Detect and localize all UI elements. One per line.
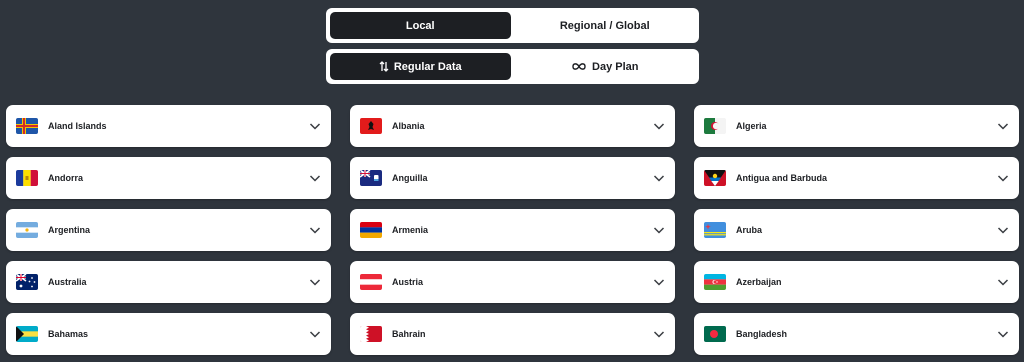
antigua-and-barbuda-flag-icon xyxy=(704,170,726,186)
azerbaijan-flag-icon xyxy=(704,274,726,290)
regular-data-tab-label: Regular Data xyxy=(393,60,462,73)
infinity-icon xyxy=(571,62,587,71)
country-name: Albania xyxy=(392,121,425,131)
local-tab[interactable]: Local xyxy=(330,12,511,39)
country-card-bahrain[interactable]: Bahrain xyxy=(350,313,675,355)
country-name: Bangladesh xyxy=(736,329,788,339)
bahamas-flag-icon xyxy=(16,326,38,342)
chevron-down-icon xyxy=(653,224,665,236)
chevron-down-icon xyxy=(997,224,1009,236)
country-card-argentina[interactable]: Argentina xyxy=(6,209,331,251)
armenia-flag-icon xyxy=(360,222,382,238)
country-card-antigua-and-barbuda[interactable]: Antigua and Barbuda xyxy=(694,157,1019,199)
chevron-down-icon xyxy=(309,328,321,340)
country-card-armenia[interactable]: Armenia xyxy=(350,209,675,251)
day-plan-tab[interactable]: Day Plan xyxy=(515,53,696,80)
australia-flag-icon xyxy=(16,274,38,290)
country-list: Aland Islands Albania Algeria Andorra An… xyxy=(6,105,1019,355)
country-card-anguilla[interactable]: Anguilla xyxy=(350,157,675,199)
country-name: Armenia xyxy=(392,225,429,235)
regular-data-tab[interactable]: Regular Data xyxy=(330,53,511,80)
aland-islands-flag-icon xyxy=(16,118,38,134)
chevron-down-icon xyxy=(997,120,1009,132)
chevron-down-icon xyxy=(653,172,665,184)
albania-flag-icon xyxy=(360,118,382,134)
country-name: Anguilla xyxy=(392,173,428,183)
chevron-down-icon xyxy=(309,224,321,236)
bahrain-flag-icon xyxy=(360,326,382,342)
country-card-bangladesh[interactable]: Bangladesh xyxy=(694,313,1019,355)
country-card-aland-islands[interactable]: Aland Islands xyxy=(6,105,331,147)
country-name: Aland Islands xyxy=(48,121,107,131)
country-name: Bahrain xyxy=(392,329,426,339)
country-card-azerbaijan[interactable]: Azerbaijan xyxy=(694,261,1019,303)
country-name: Aruba xyxy=(736,225,763,235)
country-card-andorra[interactable]: Andorra xyxy=(6,157,331,199)
country-name: Andorra xyxy=(48,173,84,183)
country-card-australia[interactable]: Australia xyxy=(6,261,331,303)
chevron-down-icon xyxy=(653,328,665,340)
sort-arrows-icon xyxy=(379,61,389,72)
bangladesh-flag-icon xyxy=(704,326,726,342)
chevron-down-icon xyxy=(653,276,665,288)
country-name: Australia xyxy=(48,277,87,287)
regional-global-tab-label: Regional / Global xyxy=(559,19,650,32)
chevron-down-icon xyxy=(653,120,665,132)
andorra-flag-icon xyxy=(16,170,38,186)
day-plan-tab-label: Day Plan xyxy=(592,60,639,73)
chevron-down-icon xyxy=(997,328,1009,340)
austria-flag-icon xyxy=(360,274,382,290)
algeria-flag-icon xyxy=(704,118,726,134)
chevron-down-icon xyxy=(997,276,1009,288)
country-name: Austria xyxy=(392,277,424,287)
country-name: Antigua and Barbuda xyxy=(736,173,828,183)
country-card-bahamas[interactable]: Bahamas xyxy=(6,313,331,355)
scope-toggle: Local Regional / Global xyxy=(326,8,699,43)
country-card-albania[interactable]: Albania xyxy=(350,105,675,147)
country-card-algeria[interactable]: Algeria xyxy=(694,105,1019,147)
country-name: Bahamas xyxy=(48,329,89,339)
aruba-flag-icon xyxy=(704,222,726,238)
plan-toggle: Regular Data Day Plan xyxy=(326,49,699,84)
country-card-aruba[interactable]: Aruba xyxy=(694,209,1019,251)
country-name: Algeria xyxy=(736,121,767,131)
chevron-down-icon xyxy=(309,172,321,184)
country-name: Argentina xyxy=(48,225,91,235)
chevron-down-icon xyxy=(309,120,321,132)
anguilla-flag-icon xyxy=(360,170,382,186)
country-card-austria[interactable]: Austria xyxy=(350,261,675,303)
country-name: Azerbaijan xyxy=(736,277,782,287)
chevron-down-icon xyxy=(309,276,321,288)
chevron-down-icon xyxy=(997,172,1009,184)
regional-global-tab[interactable]: Regional / Global xyxy=(515,12,696,39)
argentina-flag-icon xyxy=(16,222,38,238)
local-tab-label: Local xyxy=(405,19,435,32)
